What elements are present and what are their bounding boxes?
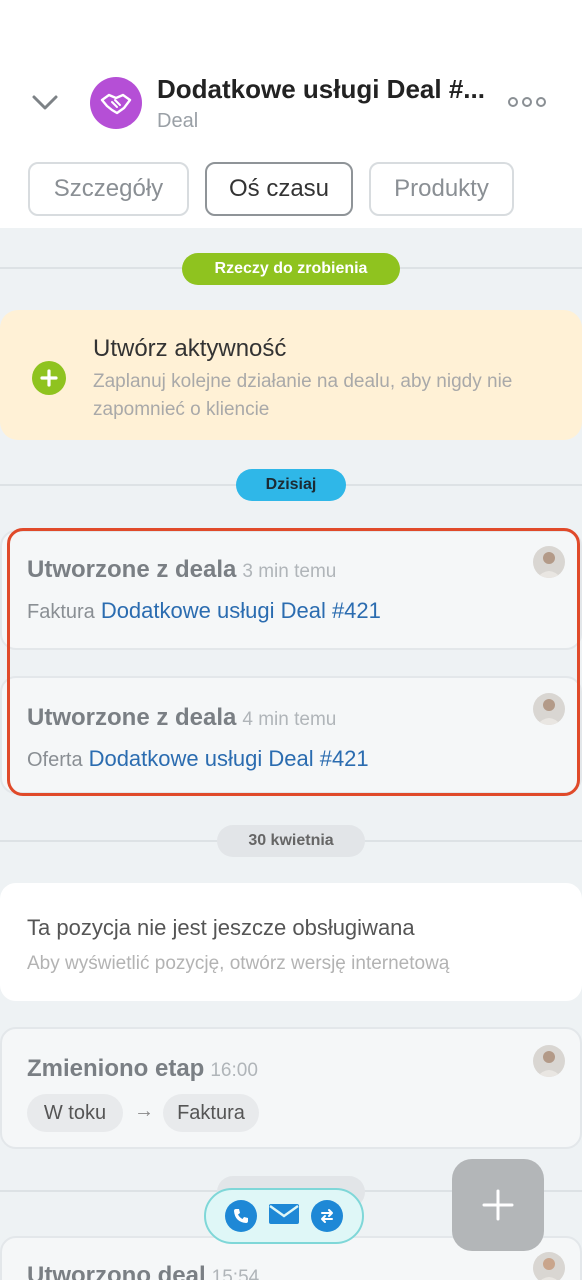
chat-icon[interactable] <box>310 1200 343 1232</box>
add-activity-icon[interactable] <box>32 361 66 395</box>
stage-to: Faktura <box>163 1094 259 1132</box>
today-label: Dzisiaj <box>236 469 346 501</box>
page-subtitle: Deal <box>157 110 199 132</box>
chevron-down-icon[interactable] <box>30 88 60 118</box>
avatar <box>533 1252 565 1280</box>
avatar <box>533 1045 565 1077</box>
add-button[interactable] <box>452 1159 544 1251</box>
unsupported-desc: Aby wyświetlić pozycję, otwórz wersję in… <box>27 953 450 974</box>
item-title: Utworzono deal 15:54 <box>27 1262 259 1280</box>
arrow-right-icon: → <box>134 1100 154 1122</box>
item-title: Zmieniono etap 16:00 <box>27 1055 258 1082</box>
communication-bar <box>204 1188 364 1244</box>
date-label: 30 kwietnia <box>217 825 365 857</box>
mail-icon[interactable] <box>268 1202 300 1231</box>
phone-icon[interactable] <box>225 1200 258 1232</box>
item-time: 16:00 <box>210 1060 258 1081</box>
handshake-icon <box>90 77 142 129</box>
todo-label: Rzeczy do zrobienia <box>182 253 400 285</box>
create-activity-desc: Zaplanuj kolejne działanie na dealu, aby… <box>93 371 513 420</box>
create-activity-title: Utwórz aktywność <box>93 335 287 362</box>
stage-from: W toku <box>27 1094 123 1132</box>
unsupported-title: Ta pozycja nie jest jeszcze obsługiwana <box>27 915 415 940</box>
item-time: 15:54 <box>211 1267 260 1280</box>
tab-timeline[interactable]: Oś czasu <box>205 162 353 216</box>
deal-header: Dodatkowe usługi Deal #... Deal Szczegół… <box>0 0 582 228</box>
unsupported-item: Ta pozycja nie jest jeszcze obsługiwana … <box>0 883 582 1001</box>
highlight-frame <box>7 528 580 796</box>
page-title: Dodatkowe usługi Deal #... <box>157 74 485 104</box>
tab-details[interactable]: Szczegóły <box>28 162 189 216</box>
more-options-icon[interactable] <box>508 90 548 114</box>
tab-products[interactable]: Produkty <box>369 162 514 216</box>
